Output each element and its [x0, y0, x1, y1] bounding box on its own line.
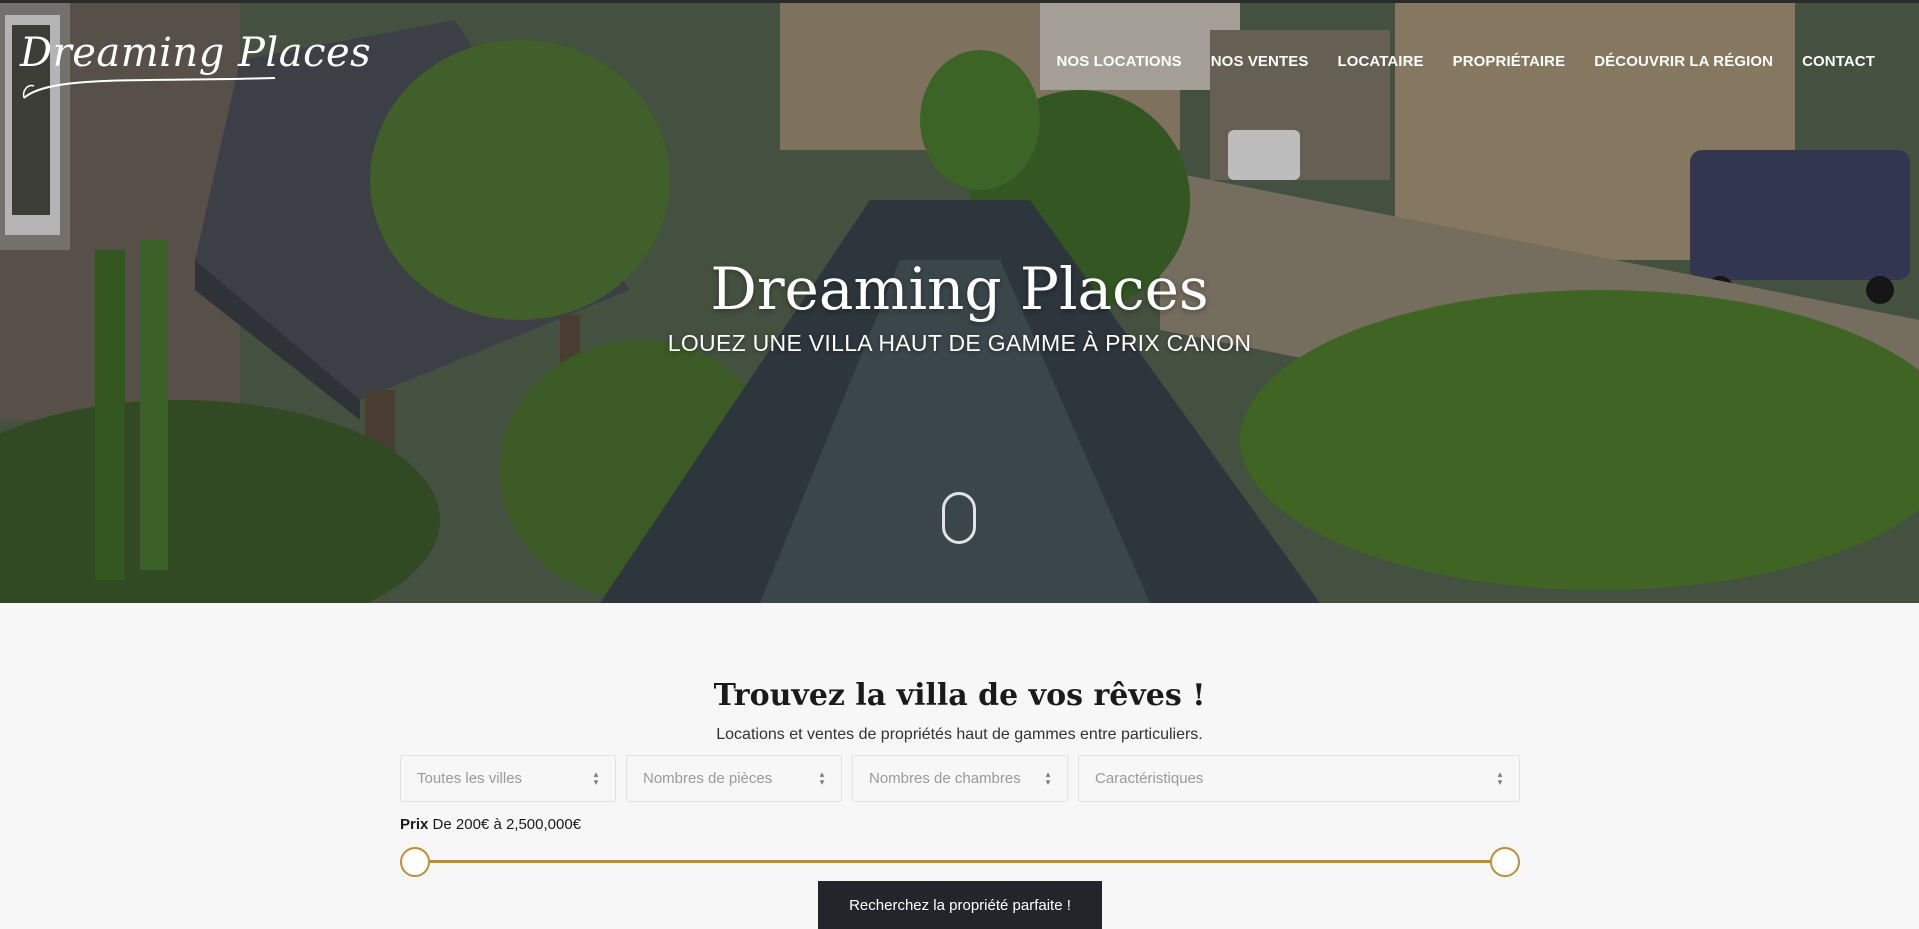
- search-description: Locations et ventes de propriétés haut d…: [716, 726, 1203, 743]
- slider-handle-max[interactable]: [1490, 847, 1520, 877]
- features-select-value: Caractéristiques: [1095, 770, 1204, 787]
- bedrooms-select[interactable]: Nombres de chambres ▴ ▾: [852, 755, 1068, 802]
- slider-handle-min[interactable]: [400, 847, 430, 877]
- nav-contact[interactable]: CONTACT: [1802, 53, 1875, 70]
- site-logo[interactable]: Dreaming Places: [20, 20, 371, 100]
- hero-subtitle: LOUEZ UNE VILLA HAUT DE GAMME À PRIX CAN…: [667, 330, 1252, 356]
- nav-locataire[interactable]: LOCATAIRE: [1337, 53, 1423, 70]
- nav-proprietaire[interactable]: PROPRIÉTAIRE: [1453, 53, 1566, 70]
- bedrooms-select-value: Nombres de chambres: [869, 770, 1021, 787]
- price-range-slider[interactable]: [400, 847, 1520, 877]
- top-border: [0, 0, 1919, 3]
- rooms-select-value: Nombres de pièces: [643, 770, 773, 787]
- mouse-scroll-icon[interactable]: [942, 492, 976, 544]
- property-search-section: Trouvez la villa de vos rêves ! Location…: [0, 603, 1919, 929]
- nav-decouvrir-la-region[interactable]: DÉCOUVRIR LA RÉGION: [1594, 53, 1773, 70]
- price-to-word: à: [493, 816, 502, 833]
- price-min: 200€: [455, 816, 490, 833]
- hero-banner: Dreaming Places NOS LOCATIONS NOS VENTES…: [0, 0, 1919, 603]
- sort-arrows-icon: ▴ ▾: [593, 769, 599, 787]
- logo-text: Dreaming Places: [20, 30, 372, 76]
- slider-track: [412, 860, 1508, 863]
- search-submit-button[interactable]: Recherchez la propriété parfaite !: [818, 881, 1102, 929]
- hero-title: Dreaming Places: [710, 255, 1209, 323]
- main-navigation: NOS LOCATIONS NOS VENTES LOCATAIRE PROPR…: [1057, 53, 1875, 70]
- price-range-label: Prix De 200€ à 2,500,000€: [400, 816, 581, 833]
- price-label: Prix: [400, 816, 429, 833]
- nav-nos-ventes[interactable]: NOS VENTES: [1211, 53, 1309, 70]
- rooms-select[interactable]: Nombres de pièces ▴ ▾: [626, 755, 842, 802]
- city-select-value: Toutes les villes: [417, 770, 523, 787]
- nav-nos-locations[interactable]: NOS LOCATIONS: [1057, 53, 1182, 70]
- price-max: 2,500,000€: [505, 816, 582, 833]
- search-title: Trouvez la villa de vos rêves !: [713, 678, 1206, 713]
- city-select[interactable]: Toutes les villes ▴ ▾: [400, 755, 616, 802]
- features-select[interactable]: Caractéristiques ▴ ▾: [1078, 755, 1520, 802]
- search-filters: Toutes les villes ▴ ▾ Nombres de pièces ▴…: [400, 755, 1520, 802]
- price-from-word: De: [432, 816, 452, 833]
- sort-arrows-icon: ▴ ▾: [1045, 769, 1051, 787]
- sort-arrows-icon: ▴ ▾: [819, 769, 825, 787]
- sort-arrows-icon: ▴ ▾: [1497, 769, 1503, 787]
